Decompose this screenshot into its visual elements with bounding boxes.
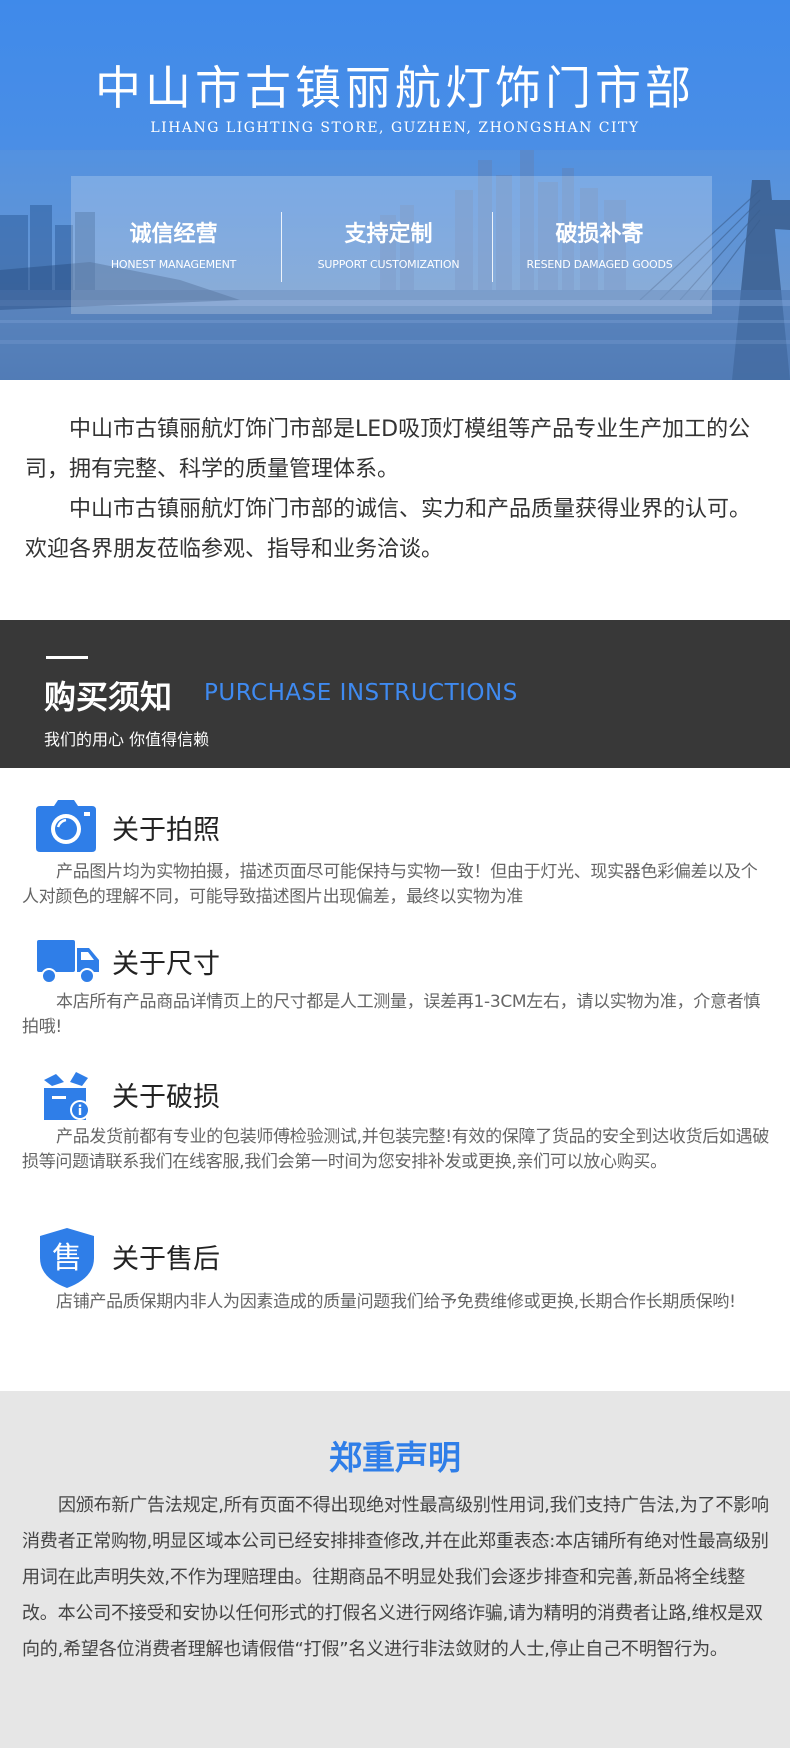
purchase-title: 购买须知 [44,678,173,716]
declaration-section: 郑重声明 因颁布新广告法规定,所有页面不得出现绝对性最高级别性用词,我们支持广告… [0,1391,790,1748]
store-name-english: LIHANG LIGHTING STORE, GUZHEN, ZHONGSHAN… [150,120,640,136]
features-panel: 诚信经营 HONEST MANAGEMENT 支持定制 SUPPORT CUST… [71,176,712,314]
truck-icon [37,940,99,988]
section-text-after-sale: 店铺产品质保期内非人为因素造成的质量问题我们给予免费维修或更换,长期合作长期质保… [56,1292,736,1312]
after-sale-shield-icon: 售 [40,1228,94,1292]
purchase-title-english: PURCHASE INSTRUCTIONS [204,680,518,706]
damaged-box-icon [42,1072,92,1124]
company-intro: 中山市古镇丽航灯饰门市部是LED吸顶灯模组等产品专业生产加工的公司，拥有完整、科… [25,410,765,570]
declaration-text: 因颁布新广告法规定,所有页面不得出现绝对性最高级别性用词,我们支持广告法,为了不… [22,1495,769,1660]
section-title-damage: 关于破损 [112,1082,220,1113]
feature-subtitle: SUPPORT CUSTOMIZATION [317,258,460,271]
feature-subtitle: HONEST MANAGEMENT [110,258,237,271]
feature-customization: 支持定制 SUPPORT CUSTOMIZATION [286,176,491,314]
header-accent-line [46,656,88,659]
intro-paragraph: 中山市古镇丽航灯饰门市部的诚信、实力和产品质量获得业界的认可。欢迎各界朋友莅临参… [25,497,752,562]
feature-divider [492,212,493,282]
after-sale-glyph: 售 [52,1241,82,1276]
feature-honest: 诚信经营 HONEST MANAGEMENT [71,176,276,314]
purchase-subtitle: 我们的用心 你值得信赖 [44,730,210,749]
hero-banner: 中山市古镇丽航灯饰门市部 LIHANG LIGHTING STORE, GUZH… [0,0,790,380]
store-name-title: 中山市古镇丽航灯饰门市部 [95,61,695,115]
feature-subtitle: RESEND DAMAGED GOODS [526,258,673,271]
section-text-photos: 产品图片均为实物拍摄，描述页面尽可能保持与实物一致！但由于灯光、现实器色彩偏差以… [22,862,758,907]
section-text-damage: 产品发货前都有专业的包装师傅检验测试,并包装完整!有效的保障了货品的安全到达收货… [22,1127,770,1172]
feature-title: 支持定制 [344,222,433,247]
section-title-size: 关于尺寸 [112,949,220,980]
purchase-instructions-header: 购买须知 PURCHASE INSTRUCTIONS 我们的用心 你值得信赖 [0,620,790,768]
feature-divider [281,212,282,282]
section-text-size: 本店所有产品商品详情页上的尺寸都是人工测量，误差再1-3CM左右，请以实物为准，… [22,992,761,1037]
declaration-title: 郑重声明 [329,1438,461,1477]
intro-paragraph: 中山市古镇丽航灯饰门市部是LED吸顶灯模组等产品专业生产加工的公司，拥有完整、科… [25,417,751,482]
feature-resend: 破损补寄 RESEND DAMAGED GOODS [497,176,702,314]
section-title-photos: 关于拍照 [112,815,220,846]
feature-title: 破损补寄 [555,222,644,247]
section-title-after-sale: 关于售后 [112,1244,220,1275]
camera-icon [36,800,96,856]
feature-title: 诚信经营 [129,222,218,247]
